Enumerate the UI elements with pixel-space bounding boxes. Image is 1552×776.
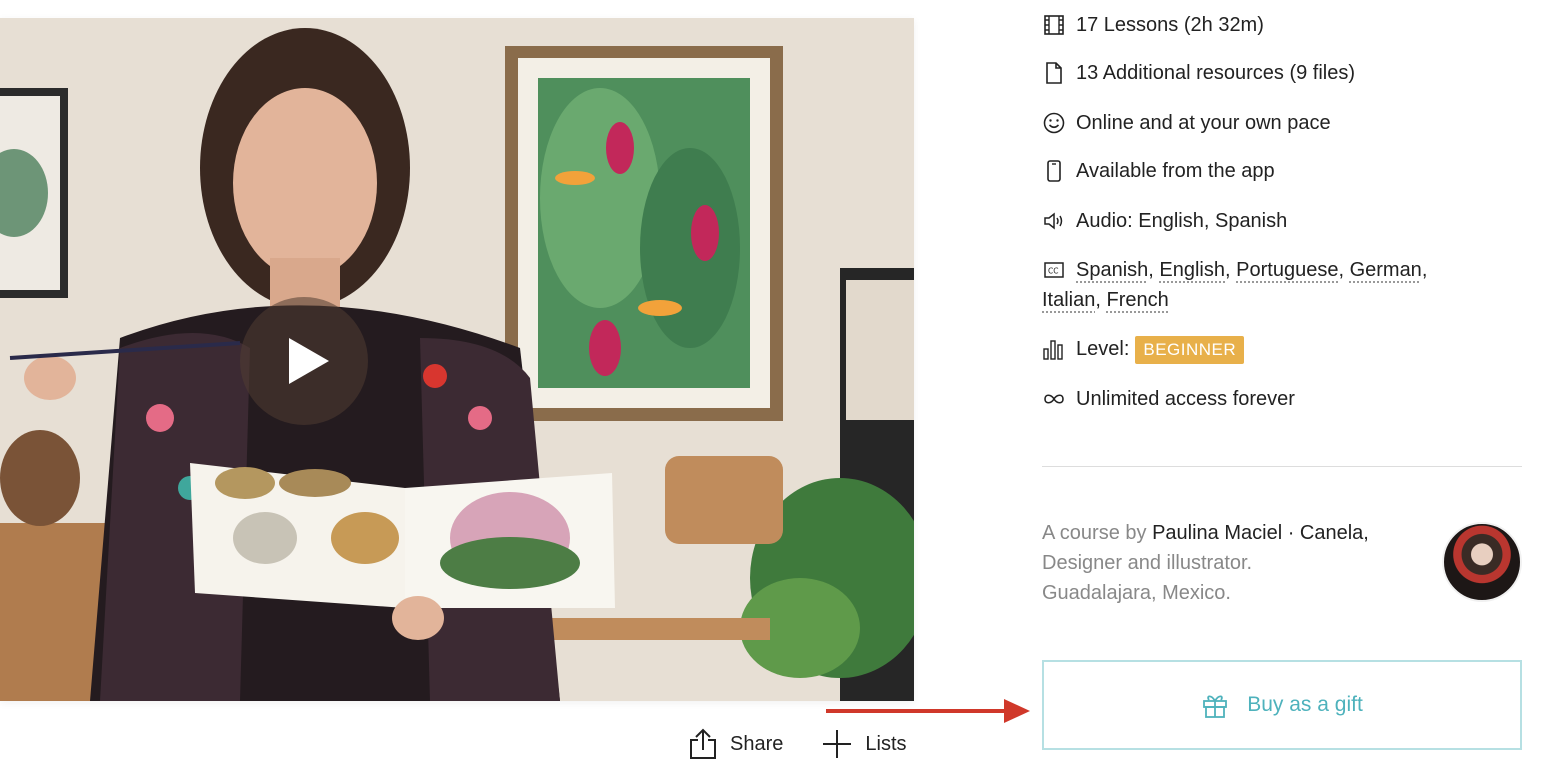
author-location: Guadalajara, Mexico. xyxy=(1042,582,1231,604)
share-label: Share xyxy=(730,732,784,755)
feature-subtitles: CC Spanish, English, Portuguese, German,… xyxy=(1042,255,1482,315)
lessons-text: 17 Lessons (2h 32m) xyxy=(1076,14,1264,36)
subtitle-language-link[interactable]: German xyxy=(1350,259,1422,281)
feature-access: Unlimited access forever xyxy=(1042,384,1295,414)
app-text: Available from the app xyxy=(1076,160,1275,182)
feature-lessons: 17 Lessons (2h 32m) xyxy=(1042,10,1264,40)
resources-text: 13 Additional resources (9 files) xyxy=(1076,62,1356,84)
course-video-thumbnail[interactable] xyxy=(0,18,914,701)
gift-label: Buy as a gift xyxy=(1247,693,1363,716)
level-badge: BEGINNER xyxy=(1135,336,1245,364)
author-role: Designer and illustrator. xyxy=(1042,552,1253,574)
level-label: Level: xyxy=(1076,338,1130,360)
section-divider xyxy=(1042,466,1522,467)
lists-button[interactable]: Lists xyxy=(821,728,907,760)
infinity-icon xyxy=(1042,384,1066,414)
video-actions: Share Lists xyxy=(688,728,907,760)
audio-text: Audio: English, Spanish xyxy=(1076,210,1288,232)
document-icon xyxy=(1042,58,1066,88)
subtitle-language-link[interactable]: English xyxy=(1159,259,1225,281)
feature-level: Level: BEGINNER xyxy=(1042,334,1245,364)
course-author: A course by Paulina Maciel · Canela, Des… xyxy=(1042,518,1422,608)
feature-audio: Audio: English, Spanish xyxy=(1042,206,1287,236)
feature-app: Available from the app xyxy=(1042,156,1275,186)
film-icon xyxy=(1042,10,1066,40)
subtitle-language-link[interactable]: French xyxy=(1107,289,1169,311)
subtitle-language-link[interactable]: Portuguese xyxy=(1236,259,1338,281)
author-prefix: A course by xyxy=(1042,522,1147,544)
play-button[interactable] xyxy=(240,297,368,425)
plus-icon xyxy=(823,730,852,758)
share-icon xyxy=(690,728,716,759)
access-text: Unlimited access forever xyxy=(1076,388,1295,410)
level-bars-icon xyxy=(1042,334,1066,364)
subtitle-language-link[interactable]: Italian xyxy=(1042,289,1095,311)
pace-text: Online and at your own pace xyxy=(1076,112,1331,134)
feature-resources: 13 Additional resources (9 files) xyxy=(1042,58,1355,88)
subtitle-language-link[interactable]: Spanish xyxy=(1076,259,1148,281)
svg-text:CC: CC xyxy=(1048,267,1058,276)
author-name-link[interactable]: Paulina Maciel · Canela, xyxy=(1152,522,1369,544)
closed-captions-icon: CC xyxy=(1042,255,1066,285)
arrow-annotation-icon xyxy=(826,699,1030,723)
author-avatar[interactable] xyxy=(1442,522,1522,602)
gift-icon xyxy=(1203,695,1228,718)
share-button[interactable]: Share xyxy=(688,728,783,760)
video-scene-image xyxy=(0,18,914,701)
feature-pace: Online and at your own pace xyxy=(1042,108,1331,138)
phone-icon xyxy=(1042,156,1066,186)
smiley-icon xyxy=(1042,108,1066,138)
play-icon xyxy=(289,338,329,384)
lists-label: Lists xyxy=(865,732,907,755)
speaker-icon xyxy=(1042,206,1066,236)
buy-as-gift-button[interactable]: Buy as a gift xyxy=(1042,660,1522,750)
